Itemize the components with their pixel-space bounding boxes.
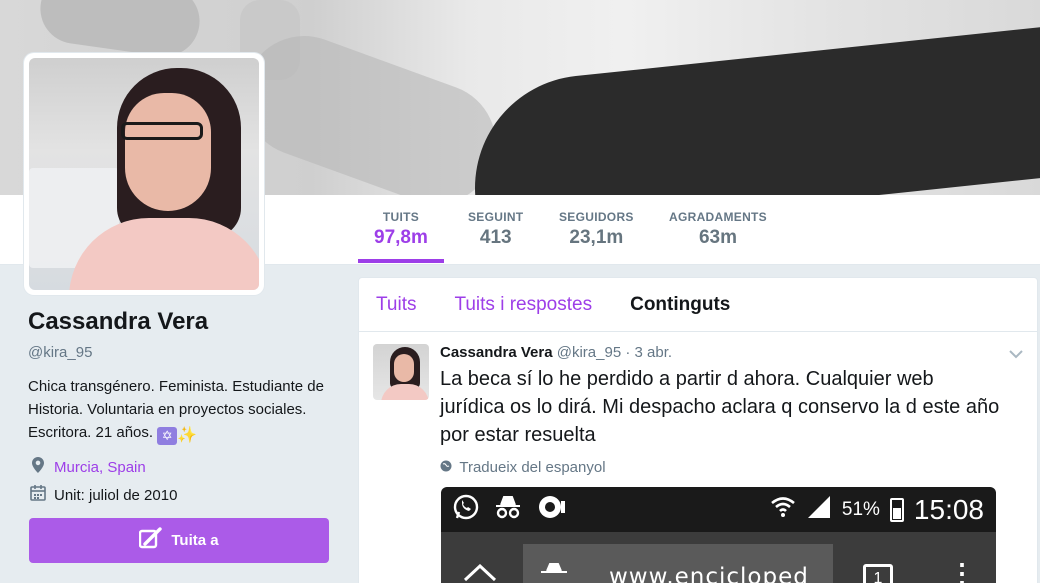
tweet-author-name[interactable]: Cassandra Vera [440,344,553,361]
stat-value: 97,8m [374,227,428,248]
tabs-count-icon: 1 [863,564,893,583]
stat-following[interactable]: SEGUINT 413 [468,210,523,249]
join-date-text: Unit: juliol de 2010 [54,486,178,504]
whatsapp-icon [453,494,479,526]
stat-tweets[interactable]: TUITS 97,8m [358,210,444,263]
tab-tweets[interactable]: Tuits [376,294,416,316]
timeline: Tuits Tuits i respostes Continguts Cassa… [358,277,1038,583]
profile-join-date: Unit: juliol de 2010 [28,485,338,505]
map-pin-icon [28,457,48,477]
incognito-icon [539,562,569,583]
tweet-header: Cassandra Vera @kira_95 · 3 abr. [440,344,1022,361]
globe-icon [440,460,455,475]
stat-followers[interactable]: SEGUIDORS 23,1m [559,210,634,249]
chevron-down-icon[interactable] [1009,346,1023,362]
stat-label: SEGUINT [468,210,524,224]
tweet-to-button[interactable]: Tuita a [29,518,329,563]
stat-label: TUITS [382,210,420,224]
star-of-david-icon: ✡ [157,427,178,445]
menu-icon: ⋮ [949,558,975,583]
tweet-media-image[interactable]: 51% 15:08 www.encicloped 1 ⋮ [441,487,996,583]
tweet-date[interactable]: · 3 abr. [625,344,672,361]
location-link[interactable]: Murcia, Spain [54,459,146,476]
tweet-author-handle[interactable]: @kira_95 [557,344,621,361]
stat-label: SEGUIDORS [559,210,634,224]
phone-browser-bar: www.encicloped 1 ⋮ [441,532,996,583]
avatar-photo [29,58,259,290]
battery-percent: 51% [841,498,880,520]
profile-card: Cassandra Vera @kira_95 Chica transgéner… [28,308,338,505]
phone-clock: 15:08 [913,493,984,525]
timeline-tabs: Tuits Tuits i respostes Continguts [359,278,1037,332]
tab-tweets-and-replies[interactable]: Tuits i respostes [454,294,592,316]
signal-icon [806,494,832,525]
stat-value: 63m [698,227,737,248]
home-icon [463,563,497,583]
wifi-icon [770,494,796,525]
camera-lock-icon [537,494,567,526]
profile-handle[interactable]: @kira_95 [28,344,338,361]
sparkles-icon: ✨ [177,427,198,444]
battery-icon [889,497,904,522]
profile-avatar[interactable] [24,53,264,295]
compose-icon [139,527,163,554]
tweet-avatar[interactable] [373,344,429,400]
phone-status-bar: 51% 15:08 [441,487,996,532]
stat-label: AGRADAMENTS [669,210,767,224]
profile-name[interactable]: Cassandra Vera [28,308,338,336]
translate-link[interactable]: Tradueix del espanyol [440,459,1022,476]
tab-media[interactable]: Continguts [630,294,730,316]
tweet-text: La beca sí lo he perdido a partir d ahor… [440,368,1000,446]
profile-location: Murcia, Spain [28,457,338,477]
stat-value: 23,1m [569,227,624,248]
translate-label: Tradueix del espanyol [459,459,606,476]
calendar-icon [28,485,48,505]
profile-bio: Chica transgénero. Feminista. Estudiante… [28,375,328,445]
tweet-item[interactable]: Cassandra Vera @kira_95 · 3 abr. La beca… [359,332,1037,476]
url-text: www.encicloped [609,564,809,583]
incognito-icon [493,494,523,526]
stat-value: 413 [479,227,512,248]
stat-likes[interactable]: AGRADAMENTS 63m [669,210,767,249]
tweet-to-label: Tuita a [171,532,219,549]
